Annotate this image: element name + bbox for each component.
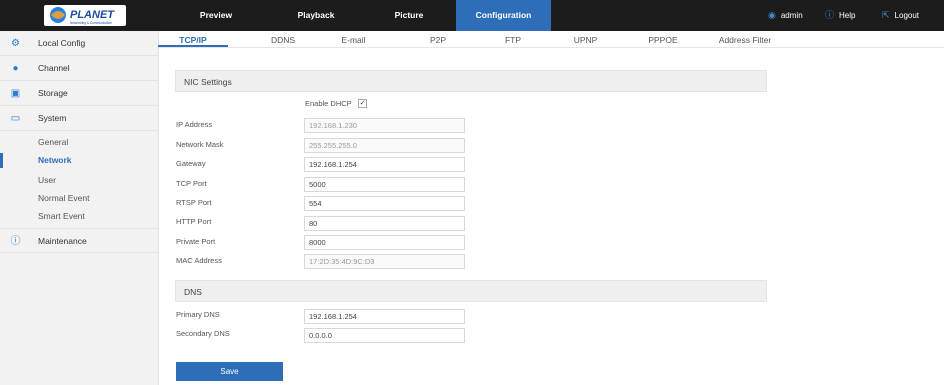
sidebar-subitem-label: Normal Event	[38, 193, 90, 203]
ip-address-label: IP Address	[176, 120, 213, 129]
tab-p2p[interactable]: P2P	[418, 33, 458, 47]
sidebar-subitem-label: User	[38, 175, 56, 185]
sidebar-subitem-normal-event[interactable]: Normal Event	[0, 189, 158, 208]
tcp-port-field[interactable]: 5000	[304, 177, 465, 192]
sidebar-item-label: Storage	[38, 88, 68, 98]
nic-settings-heading: NIC Settings	[175, 70, 767, 92]
tab-divider	[159, 47, 944, 48]
sidebar-item-channel[interactable]: ● Channel	[0, 56, 158, 81]
nav-tab-picture[interactable]: Picture	[364, 0, 454, 31]
sidebar-item-maintenance[interactable]: ⓘ Maintenance	[0, 228, 158, 253]
help-link[interactable]: ⓘ Help	[825, 0, 855, 31]
gateway-label: Gateway	[176, 159, 206, 168]
user-menu[interactable]: ◉ admin	[768, 0, 803, 31]
monitor-icon: ▭	[10, 113, 21, 124]
gateway-field[interactable]: 192.168.1.254	[304, 157, 465, 172]
tab-ddns[interactable]: DDNS	[258, 33, 308, 47]
tab-address-filter[interactable]: Address Filter	[700, 33, 790, 47]
secondary-dns-label: Secondary DNS	[176, 329, 230, 338]
private-port-field[interactable]: 8000	[304, 235, 465, 250]
network-mask-label: Network Mask	[176, 140, 224, 149]
nav-tab-configuration[interactable]: Configuration	[456, 0, 551, 31]
sidebar-item-storage[interactable]: ▣ Storage	[0, 81, 158, 106]
logout-label: Logout	[894, 11, 920, 20]
help-icon: ⓘ	[825, 10, 835, 20]
secondary-dns-field[interactable]: 0.0.0.0	[304, 328, 465, 343]
dns-heading: DNS	[175, 280, 767, 302]
enable-dhcp-label: Enable DHCP	[305, 99, 352, 108]
private-port-label: Private Port	[176, 237, 216, 246]
save-button[interactable]: Save	[176, 362, 283, 381]
ip-address-field[interactable]: 192.168.1.230	[304, 118, 465, 133]
channel-icon: ●	[12, 63, 19, 74]
help-label: Help	[839, 11, 856, 20]
sidebar-item-label: Channel	[38, 63, 70, 73]
logout-icon: ⇱	[882, 10, 890, 20]
http-port-field[interactable]: 80	[304, 216, 465, 231]
tab-pppoe[interactable]: PPPOE	[638, 33, 688, 47]
logout-link[interactable]: ⇱ Logout	[882, 0, 919, 31]
sidebar-item-local-config[interactable]: ⚙ Local Config	[0, 31, 158, 56]
sidebar-subitem-network[interactable]: Network	[0, 151, 158, 170]
sidebar-subitem-label: General	[38, 137, 69, 147]
network-mask-field[interactable]: 255.255.255.0	[304, 138, 465, 153]
username: admin	[780, 11, 803, 20]
tab-ftp[interactable]: FTP	[493, 33, 533, 47]
primary-dns-field[interactable]: 192.168.1.254	[304, 309, 465, 324]
enable-dhcp-checkbox[interactable]: ✓	[358, 99, 367, 108]
logo-tagline: Networking & Communication	[70, 21, 112, 25]
sidebar-item-label: System	[38, 113, 67, 123]
nav-tab-preview[interactable]: Preview	[164, 0, 268, 31]
tab-upnp[interactable]: UPNP	[563, 33, 608, 47]
mac-address-field[interactable]: 17:2D:35:4D:9C:D3	[304, 254, 465, 269]
primary-dns-label: Primary DNS	[176, 310, 220, 319]
nav-tab-playback[interactable]: Playback	[268, 0, 364, 31]
gear-icon: ⚙	[11, 38, 20, 49]
http-port-label: HTTP Port	[176, 217, 212, 226]
sidebar: ⚙ Local Config ● Channel ▣ Storage ▭ Sys…	[0, 31, 159, 385]
sidebar-item-system[interactable]: ▭ System	[0, 106, 158, 131]
tab-email[interactable]: E-mail	[326, 33, 381, 47]
storage-icon: ▣	[10, 88, 21, 99]
sidebar-subitem-general[interactable]: General	[0, 133, 158, 152]
rtsp-port-field[interactable]: 554	[304, 196, 465, 211]
top-navigation-bar: PLANET Networking & Communication Previe…	[0, 0, 944, 31]
active-tab-indicator	[158, 45, 228, 47]
user-icon: ◉	[768, 10, 776, 20]
mac-address-label: MAC Address	[176, 256, 222, 265]
sidebar-subitem-smart-event[interactable]: Smart Event	[0, 207, 158, 226]
tcp-port-label: TCP Port	[176, 179, 207, 188]
sidebar-item-label: Maintenance	[38, 236, 87, 246]
sidebar-subitem-label: Smart Event	[38, 211, 85, 221]
info-icon: ⓘ	[10, 236, 21, 247]
sidebar-subitem-label: Network	[38, 155, 72, 165]
rtsp-port-label: RTSP Port	[176, 198, 212, 207]
sidebar-subitem-user[interactable]: User	[0, 171, 158, 190]
sidebar-item-label: Local Config	[38, 38, 86, 48]
logo-wordmark: PLANET	[70, 9, 115, 21]
planet-logo: PLANET Networking & Communication	[44, 5, 126, 26]
